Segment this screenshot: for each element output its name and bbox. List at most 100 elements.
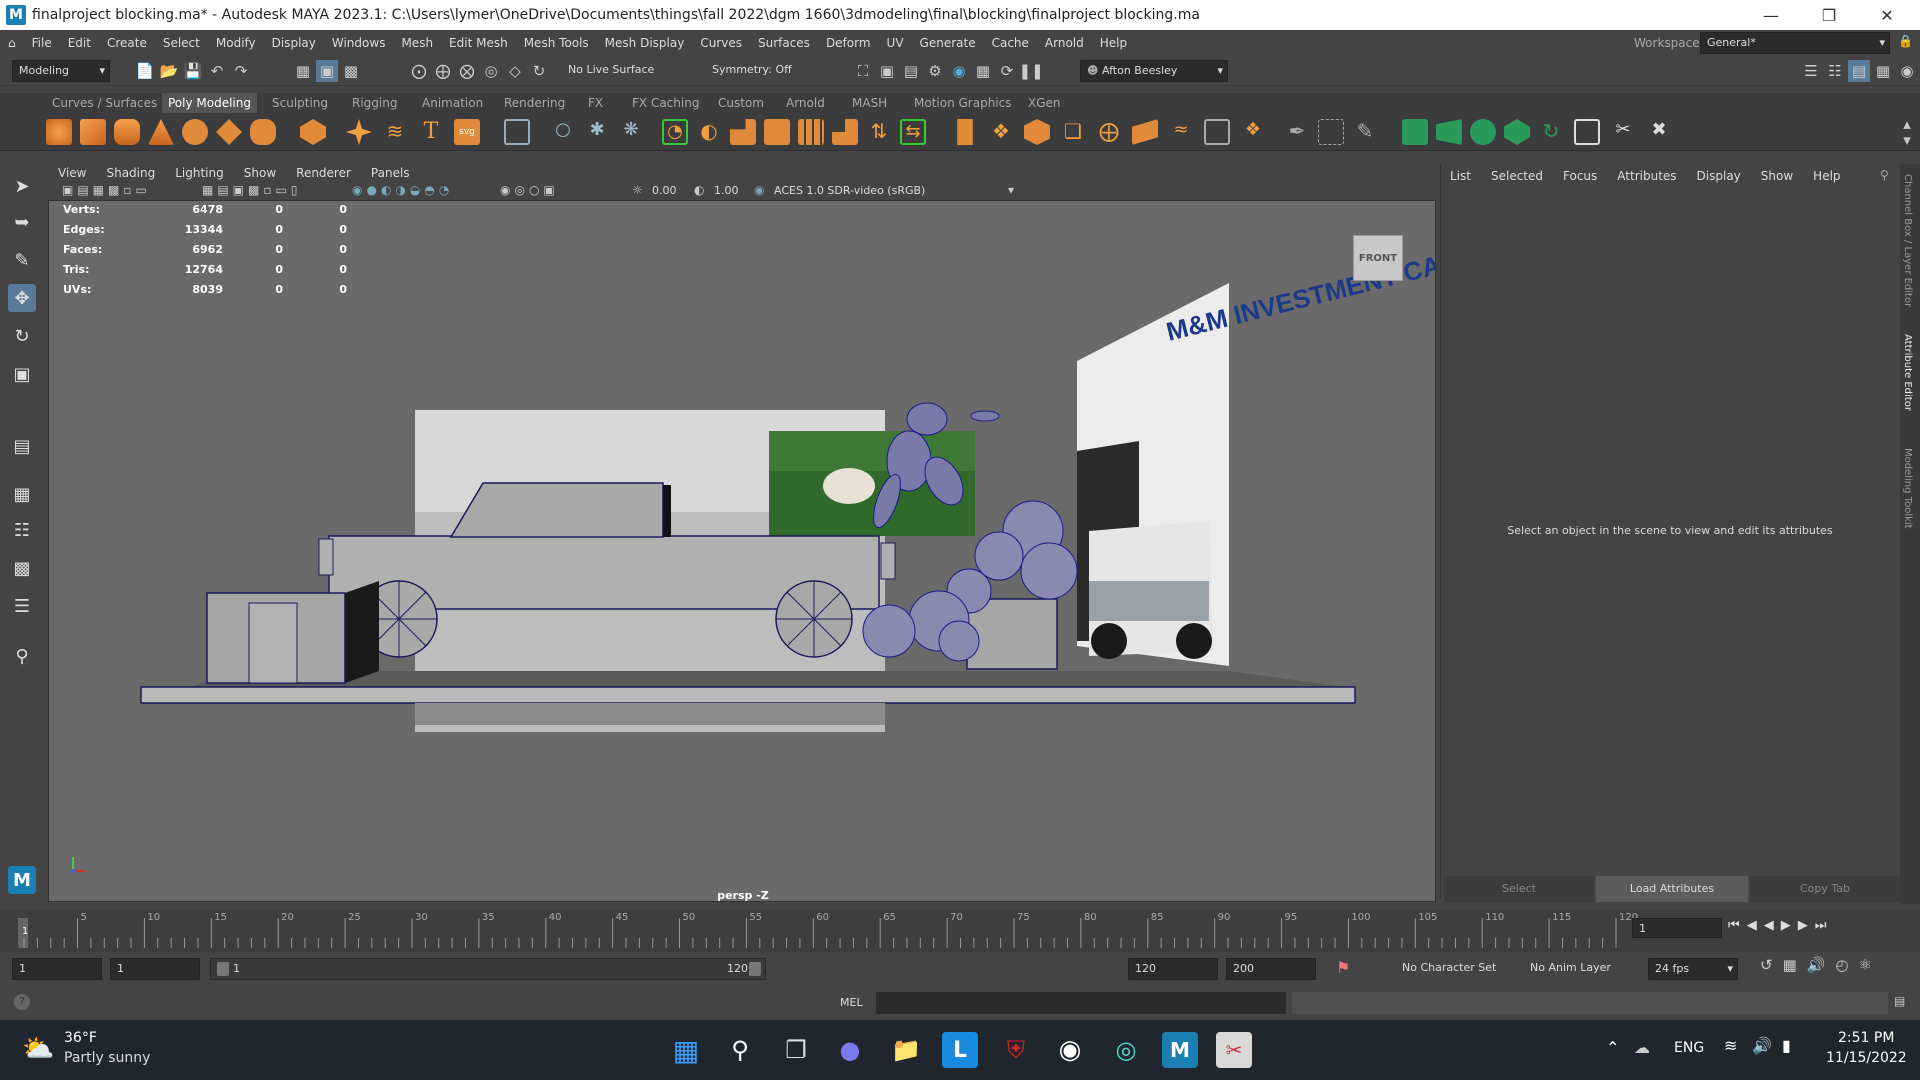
fill-hole-icon[interactable] xyxy=(832,119,858,145)
colorspace-chevron-icon[interactable]: ▾ xyxy=(1008,183,1014,197)
four-view-layout-icon[interactable]: ▦ xyxy=(8,480,36,508)
user-account-dropdown[interactable]: ☻ Afton Beesley ▾ xyxy=(1080,60,1228,82)
snipping-tool-icon[interactable]: ✂ xyxy=(1216,1032,1252,1068)
rotate-tool-icon[interactable]: ↻ xyxy=(8,322,36,350)
viewport-menu-shading[interactable]: Shading xyxy=(96,166,165,180)
start-icon[interactable]: ▦ xyxy=(668,1032,704,1068)
ae-menu-attributes[interactable]: Attributes xyxy=(1607,169,1686,183)
wedge-icon[interactable] xyxy=(1132,119,1158,145)
uv-cylindrical-icon[interactable] xyxy=(1470,119,1496,145)
uv-cut-icon[interactable]: ✂ xyxy=(1610,119,1636,145)
menu-display[interactable]: Display xyxy=(264,36,324,50)
poly-cylinder-icon[interactable] xyxy=(114,119,140,145)
undo-icon[interactable]: ↶ xyxy=(206,60,228,82)
menu-cache[interactable]: Cache xyxy=(984,36,1037,50)
snap-grid-icon[interactable]: ⨀ xyxy=(408,60,430,82)
color-management-icon[interactable]: ◉ xyxy=(754,183,764,197)
camera-tools-icon[interactable]: ▣▤▦▩▫▭ xyxy=(62,183,151,197)
shelf-tab-arnold[interactable]: Arnold xyxy=(780,93,831,113)
search-icon[interactable]: ⚲ xyxy=(722,1032,758,1068)
snap-together-icon[interactable]: ↻ xyxy=(528,60,550,82)
ae-menu-show[interactable]: Show xyxy=(1751,169,1803,183)
platonic-solid-icon[interactable] xyxy=(300,119,326,145)
ipr-render-icon[interactable]: ▤ xyxy=(900,60,922,82)
outliner-toggle-icon[interactable]: ☷ xyxy=(1824,60,1846,82)
sweep-mesh-icon[interactable]: ≋ xyxy=(382,119,408,145)
shelf-scroll-down-icon[interactable]: ▾ xyxy=(1896,129,1918,151)
timeline-ruler[interactable] xyxy=(0,910,1620,952)
start-frame-field[interactable]: 1 xyxy=(12,958,102,980)
help-icon[interactable]: ? xyxy=(14,994,30,1010)
modeling-toolkit-toggle-icon[interactable]: ◉ xyxy=(1896,60,1918,82)
render-settings-icon[interactable]: ⚙ xyxy=(924,60,946,82)
maximize-button[interactable]: ❐ xyxy=(1800,0,1858,30)
redo-icon[interactable]: ↷ xyxy=(230,60,252,82)
chat-icon[interactable]: ● xyxy=(832,1032,868,1068)
menu-mesh[interactable]: Mesh xyxy=(393,36,441,50)
viewport-menu-panels[interactable]: Panels xyxy=(361,166,420,180)
select-button[interactable]: Select xyxy=(1444,876,1594,902)
save-scene-icon[interactable]: 💾 xyxy=(182,60,204,82)
anim-layer-dropdown[interactable]: No Anim Layer xyxy=(1524,958,1622,980)
script-language[interactable]: MEL xyxy=(840,996,863,1009)
shelf-tab-xgen[interactable]: XGen xyxy=(1022,93,1067,113)
extrude-icon[interactable]: ◐ xyxy=(696,119,722,145)
shelf-tab-motion-graphics[interactable]: Motion Graphics xyxy=(908,93,1018,113)
copy-tab-button[interactable]: Copy Tab xyxy=(1750,876,1900,902)
light-editor-icon[interactable]: ⟳ xyxy=(996,60,1018,82)
range-bar[interactable]: 1 120 xyxy=(210,958,766,980)
shelf-tab-rigging[interactable]: Rigging xyxy=(346,93,403,113)
playback-options-icons[interactable]: ↺▦🔊◴⚛ xyxy=(1760,956,1882,974)
ae-menu-selected[interactable]: Selected xyxy=(1481,169,1553,183)
channel-box-toggle-icon[interactable]: ▦ xyxy=(1872,60,1894,82)
new-scene-icon[interactable]: 📄 xyxy=(134,60,156,82)
uv-automatic-icon[interactable] xyxy=(1402,119,1428,145)
smooth-icon[interactable]: ○ xyxy=(550,119,576,145)
show-hidden-icons[interactable]: ⌃ xyxy=(1606,1038,1619,1057)
menu-surfaces[interactable]: Surfaces xyxy=(750,36,818,50)
weather-condition[interactable]: Partly sunny xyxy=(64,1050,150,1066)
poly-cube-icon[interactable] xyxy=(80,119,106,145)
minimize-button[interactable]: — xyxy=(1742,0,1800,30)
single-perspective-layout-icon[interactable]: ▤ xyxy=(8,432,36,460)
menu-help[interactable]: Help xyxy=(1092,36,1135,50)
menu-arnold[interactable]: Arnold xyxy=(1037,36,1092,50)
snap-view-icon[interactable]: ◎ xyxy=(480,60,502,82)
search-icon[interactable]: ⚲ xyxy=(8,642,36,670)
command-input[interactable] xyxy=(876,992,1286,1014)
clock-time[interactable]: 2:51 PM xyxy=(1838,1030,1894,1046)
boolean-difference-icon[interactable]: ❏ xyxy=(1060,119,1086,145)
select-object-icon[interactable]: ▣ xyxy=(316,60,338,82)
chrome-icon[interactable]: ◉ xyxy=(1052,1032,1088,1068)
app-icon[interactable]: ◎ xyxy=(1108,1032,1144,1068)
weather-temp[interactable]: 36°F xyxy=(64,1030,97,1046)
side-tab-attribute-editor[interactable]: Attribute Editor xyxy=(1902,334,1913,411)
outliner-icon[interactable]: ☰ xyxy=(8,592,36,620)
edit-edge-flow-icon[interactable]: ✒ xyxy=(1284,119,1310,145)
symmetry-dropdown[interactable]: Symmetry: Off xyxy=(706,60,804,82)
boolean-intersection-icon[interactable]: ⨁ xyxy=(1096,119,1122,145)
l-app-icon[interactable]: L xyxy=(942,1032,978,1068)
merge-icon[interactable]: ⇅ xyxy=(866,119,892,145)
shelf-tab-curves-surfaces[interactable]: Curves / Surfaces xyxy=(46,93,163,113)
menu-windows[interactable]: Windows xyxy=(324,36,394,50)
lasso-tool-icon[interactable]: ➥ xyxy=(8,208,36,236)
shelf-tab-fx[interactable]: FX xyxy=(582,93,609,113)
pause-viewport-icon[interactable]: ❚❚ xyxy=(1018,60,1043,82)
append-to-poly-icon[interactable] xyxy=(798,119,824,145)
move-tool-icon[interactable]: ✥ xyxy=(8,284,36,312)
paint-select-tool-icon[interactable]: ✎ xyxy=(8,246,36,274)
uv-unfold-icon[interactable]: ↻ xyxy=(1538,119,1564,145)
close-button[interactable]: ✕ xyxy=(1858,0,1916,30)
shelf-tab-sculpting[interactable]: Sculpting xyxy=(266,93,334,113)
menu-generate[interactable]: Generate xyxy=(912,36,984,50)
viewport-menu-view[interactable]: View xyxy=(48,166,96,180)
mcafee-icon[interactable]: ⛨ xyxy=(998,1032,1034,1068)
shelf-tab-custom[interactable]: Custom xyxy=(712,93,770,113)
time-slider[interactable]: 1 5 10 15 20 25 30 35 40 45 50 55 60 65 70 75 80 85 90 95 1… xyxy=(0,910,1920,952)
playback-controls[interactable]: ⏮◀◀▶▶⏭ xyxy=(1728,918,1833,933)
live-surface-field[interactable]: No Live Surface xyxy=(562,60,672,82)
menu-deform[interactable]: Deform xyxy=(818,36,879,50)
poly-cone-icon[interactable] xyxy=(148,119,174,145)
poly-torus-icon[interactable] xyxy=(182,119,208,145)
